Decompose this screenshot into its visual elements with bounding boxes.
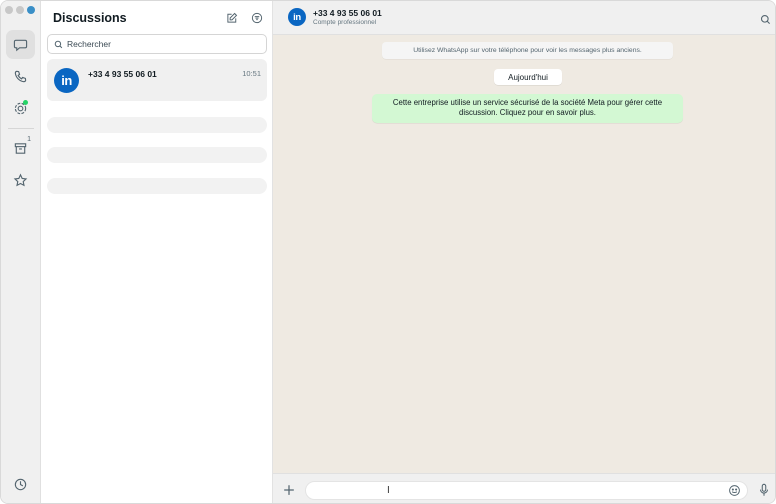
emoji-button[interactable] [728,484,742,498]
rail-archive-button[interactable]: 1 [6,134,35,163]
chat-placeholder [47,147,267,163]
date-separator: Aujourd'hui [494,69,562,85]
contact-avatar-text: in [293,11,301,23]
chat-time: 10:51 [242,69,261,78]
settings-icon [14,478,27,491]
search-box [47,34,267,54]
list-title: Discussions [53,11,127,25]
contact-name: +33 4 93 55 06 01 [313,8,382,18]
minimize-window-button[interactable] [16,6,24,14]
business-security-notice[interactable]: Cette entreprise utilise un service sécu… [372,94,683,123]
message-composer: I [273,473,775,503]
conversation-search-button[interactable] [760,12,771,25]
chat-placeholder [47,178,267,194]
emoji-icon [729,485,740,496]
contact-avatar[interactable]: in [288,8,306,26]
chat-placeholder [47,117,267,133]
new-chat-button[interactable] [225,11,239,25]
compose-icon [227,12,238,23]
chat-list-panel: Discussions in +33 4 93 55 06 0 [41,1,273,503]
conversation-header[interactable]: in +33 4 93 55 06 01 Compte professionne… [273,1,775,35]
rail-settings-button[interactable] [6,470,35,499]
app-window: 1 Discussions Rechercher in +33 4 93 55 … [0,0,776,504]
archive-icon [14,143,27,154]
search-input[interactable] [67,39,257,49]
rail-starred-button[interactable] [6,166,35,195]
close-window-button[interactable] [5,6,13,14]
chat-list-item[interactable]: in +33 4 93 55 06 01 10:51 [47,59,267,101]
status-new-dot [23,100,28,105]
filter-chats-button[interactable] [250,11,264,25]
search-icon [760,14,771,25]
linkedin-logo-text: in [61,73,72,88]
phone-icon [14,70,27,83]
older-messages-notice: Utilisez WhatsApp sur votre téléphone po… [382,42,673,59]
microphone-icon [759,483,769,496]
star-icon [13,173,28,187]
chat-name: +33 4 93 55 06 01 [88,69,157,79]
text-cursor-icon: I [387,485,390,496]
window-controls [5,6,35,14]
search-icon [54,40,63,48]
filter-icon [251,12,263,24]
message-field: I [305,481,748,500]
nav-rail: 1 [1,1,41,503]
chat-bubble-icon [13,39,28,52]
conversation-panel: in +33 4 93 55 06 01 Compte professionne… [273,1,775,503]
linkedin-avatar: in [54,68,79,93]
contact-subtitle: Compte professionnel [313,19,377,26]
attach-button[interactable] [282,483,296,497]
rail-status-button[interactable] [6,94,35,123]
rail-divider [8,128,34,129]
rail-chats-button[interactable] [6,30,35,59]
voice-message-button[interactable] [758,483,770,497]
archive-badge: 1 [27,136,31,143]
plus-icon [284,485,294,495]
message-input[interactable] [316,485,716,497]
zoom-window-button[interactable] [27,6,35,14]
rail-calls-button[interactable] [6,62,35,91]
